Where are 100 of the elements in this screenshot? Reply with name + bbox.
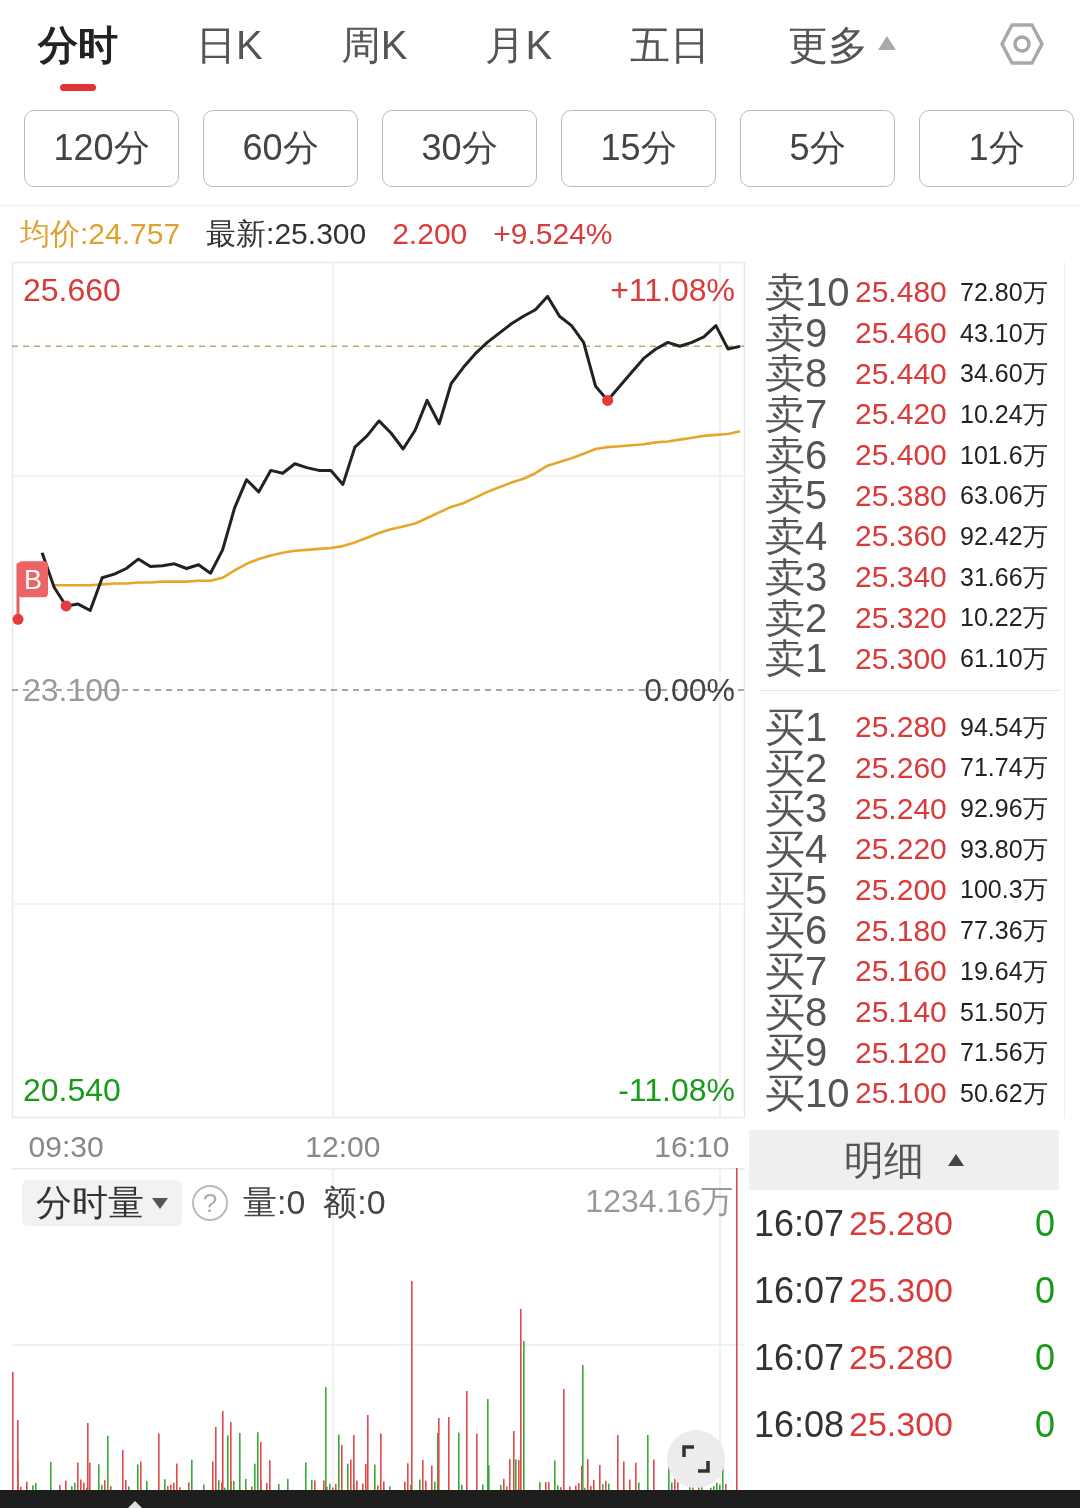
caret-up-icon (948, 1154, 964, 1166)
volume-value: 量:0 (243, 1182, 306, 1223)
order-volume: 72.80万 (960, 276, 1049, 308)
order-price: 25.240 (855, 791, 948, 826)
order-price: 25.140 (855, 995, 948, 1030)
order-volume: 92.42万 (960, 520, 1049, 552)
order-price: 25.400 (855, 438, 948, 473)
trade-volume: 0 (1034, 1269, 1055, 1312)
amount-value: 额:0 (323, 1182, 386, 1223)
order-price: 25.180 (855, 913, 948, 948)
order-volume: 43.10万 (960, 317, 1049, 349)
indicator-dropdown[interactable]: 分时量 (22, 1180, 182, 1226)
order-price: 25.360 (855, 519, 948, 554)
order-level-label: 买9 (765, 1032, 829, 1074)
order-level-label: 买8 (765, 991, 829, 1033)
order-level-label: 买10 (765, 1073, 851, 1114)
order-volume: 10.24万 (960, 398, 1049, 430)
annotation: B (23, 565, 43, 596)
order-price: 25.220 (855, 832, 948, 867)
tab[interactable]: 分时 (38, 0, 118, 95)
order-level-label: 买1 (765, 706, 829, 748)
order-level-label: 买2 (765, 747, 829, 789)
trade-volume: 0 (1034, 1202, 1055, 1245)
order-volume: 94.54万 (960, 711, 1049, 743)
order-price: 25.480 (855, 275, 948, 310)
order-price: 25.200 (855, 872, 948, 907)
order-level-label: 卖1 (765, 638, 829, 679)
order-level-label: 买5 (765, 869, 829, 911)
buy-flag: B (12, 561, 48, 625)
order-price: 25.460 (855, 316, 948, 351)
order-level-label: 卖4 (765, 516, 829, 557)
trade-price: 25.300 (849, 1271, 953, 1310)
order-volume: 50.62万 (960, 1077, 1049, 1109)
time-axis-label: 12:00 (305, 1130, 381, 1163)
order-price: 25.320 (855, 600, 948, 635)
tab[interactable]: 月K (485, 0, 553, 95)
order-volume: 71.56万 (960, 1037, 1049, 1069)
point-marker-icon (602, 394, 614, 406)
period-button[interactable]: 15分 (561, 110, 716, 187)
order-price: 25.160 (855, 954, 948, 989)
order-level-label: 买6 (765, 910, 829, 951)
price-axis-label: 25.660 (23, 272, 121, 309)
percent-change: +9.524% (493, 217, 613, 251)
order-price: 25.420 (855, 397, 948, 432)
order-volume: 10.22万 (960, 602, 1049, 634)
trade-price: 25.300 (849, 1405, 953, 1444)
period-button[interactable]: 5分 (740, 110, 895, 187)
order-level-label: 卖10 (765, 272, 851, 313)
order-level-label: 买7 (765, 951, 829, 992)
order-volume: 71.74万 (960, 752, 1049, 784)
order-volume: 101.6万 (960, 439, 1049, 471)
average-price: 均价:24.757 (20, 215, 181, 252)
order-price: 25.340 (855, 560, 948, 595)
order-level-label: 买3 (765, 788, 829, 829)
order-volume: 51.50万 (960, 996, 1049, 1028)
trade-time: 16:07 (754, 1269, 846, 1312)
price-axis-label: 20.540 (23, 1071, 121, 1108)
period-button[interactable]: 120分 (24, 110, 179, 187)
order-price: 25.440 (855, 356, 948, 391)
period-button[interactable]: 60分 (203, 110, 358, 187)
point-marker-icon (60, 600, 72, 612)
order-price: 25.280 (855, 710, 948, 745)
fullscreen-icon (681, 1444, 711, 1474)
order-price: 25.380 (855, 478, 948, 513)
detail-tab[interactable]: 明细 (749, 1130, 1059, 1190)
trade-time: 16:07 (754, 1336, 846, 1379)
tab[interactable]: 五日 (630, 0, 711, 95)
order-level-label: 卖7 (765, 394, 829, 435)
time-axis-label: 09:30 (28, 1130, 104, 1163)
tab[interactable]: 日K (196, 0, 263, 95)
order-level-label: 卖9 (765, 312, 829, 354)
tab[interactable]: 周K (340, 0, 408, 95)
order-volume: 31.66万 (960, 561, 1049, 593)
percent-axis-label: +11.08% (610, 272, 735, 309)
trade-price: 25.280 (849, 1338, 953, 1377)
trade-time: 16:07 (754, 1202, 846, 1245)
price-change: 2.200 (392, 217, 468, 251)
period-button[interactable]: 30分 (382, 110, 537, 187)
order-volume: 61.10万 (960, 643, 1049, 675)
order-level-label: 卖5 (765, 475, 829, 517)
caret-up-icon (878, 36, 897, 50)
order-price: 25.120 (855, 1035, 948, 1070)
percent-axis-label: 0.00% (644, 672, 735, 708)
trade-volume: 0 (1034, 1336, 1055, 1379)
trade-volume: 0 (1034, 1403, 1055, 1446)
tab[interactable]: 更多 (788, 0, 897, 95)
order-volume: 92.96万 (960, 793, 1049, 825)
caret-up-icon[interactable] (128, 1501, 142, 1508)
fullscreen-button[interactable] (667, 1430, 725, 1488)
order-volume: 77.36万 (960, 915, 1049, 947)
volume-axis-label: 1234.16万 (585, 1182, 733, 1221)
price-axis-label: 23.100 (23, 672, 121, 708)
order-volume: 19.64万 (960, 955, 1049, 987)
period-button[interactable]: 1分 (919, 110, 1074, 187)
order-level-label: 卖3 (765, 556, 829, 598)
order-price: 25.260 (855, 750, 948, 785)
order-price: 25.100 (855, 1076, 948, 1111)
trade-time: 16:08 (754, 1403, 846, 1446)
order-level-label: 卖8 (765, 353, 829, 395)
time-axis-label: 16:10 (654, 1130, 730, 1163)
